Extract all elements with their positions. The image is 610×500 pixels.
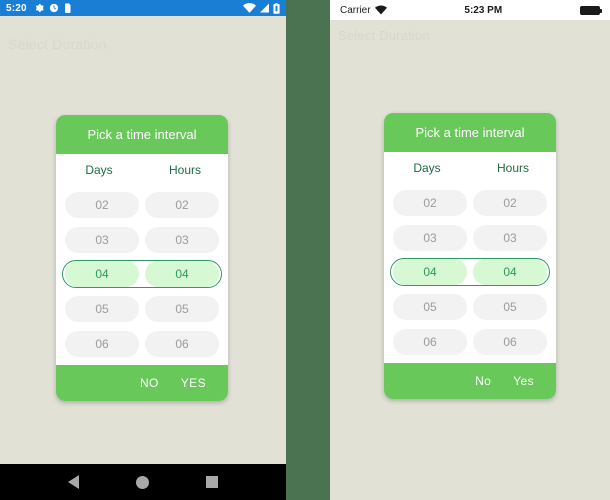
picker-cell-hours[interactable]: 06 — [145, 331, 219, 358]
picker-row[interactable]: 06 06 — [390, 328, 550, 356]
signal-icon — [260, 3, 269, 13]
picker-row[interactable]: 03 03 — [390, 224, 550, 252]
android-yes-button[interactable]: YES — [181, 376, 206, 390]
android-status-left-icons — [34, 3, 72, 13]
picker-cell-days-selected[interactable]: 04 — [65, 261, 139, 288]
back-icon[interactable] — [68, 475, 80, 489]
dual-platform-screenshot: 5:20 Select Duration Pick a time interva… — [0, 0, 610, 500]
picker-cell-hours[interactable]: 05 — [473, 294, 547, 321]
home-icon[interactable] — [135, 475, 149, 489]
picker-cell-days[interactable]: 02 — [393, 189, 467, 216]
battery-icon — [580, 5, 603, 15]
battery-icon — [273, 2, 280, 14]
wifi-icon — [243, 3, 256, 13]
ios-carrier-label: Carrier — [340, 4, 371, 16]
android-phone-screen: 5:20 Select Duration Pick a time interva… — [0, 0, 286, 500]
android-time-interval-dialog: Pick a time interval Days Hours 02 02 03… — [56, 115, 228, 401]
picker-cell-days-selected[interactable]: 04 — [393, 259, 467, 286]
picker-cell-hours[interactable]: 06 — [473, 329, 547, 356]
ios-yes-button[interactable]: Yes — [513, 374, 534, 388]
android-status-bar: 5:20 — [0, 0, 286, 16]
ios-status-bar: Carrier 5:23 PM — [330, 0, 610, 20]
ios-phone-screen: Carrier 5:23 PM Select Duration Pick a t… — [330, 0, 610, 500]
picker-row[interactable]: 02 02 — [390, 189, 550, 217]
ios-dialog-title: Pick a time interval — [384, 113, 556, 152]
ios-page-title: Select Duration — [338, 28, 430, 43]
android-content-area: Select Duration Pick a time interval Day… — [0, 16, 286, 464]
recents-icon[interactable] — [205, 476, 218, 488]
alarm-icon — [49, 3, 58, 13]
picker-row-selected[interactable]: 04 04 — [390, 258, 550, 287]
picker-cell-hours[interactable]: 05 — [145, 296, 219, 323]
android-status-time: 5:20 — [6, 2, 27, 14]
picker-row[interactable]: 02 02 — [62, 191, 222, 219]
picker-row[interactable]: 05 05 — [62, 295, 222, 323]
android-column-headers: Days Hours — [56, 154, 228, 184]
picker-row[interactable]: 06 06 — [62, 330, 222, 358]
panel-divider — [286, 0, 330, 500]
picker-cell-hours-selected[interactable]: 04 — [145, 261, 219, 288]
picker-cell-hours[interactable]: 03 — [145, 226, 219, 253]
android-column-header-hours: Hours — [168, 163, 201, 177]
ios-picker-rows: 02 02 03 03 04 04 05 05 06 06 — [390, 182, 550, 363]
sim-card-icon — [64, 3, 71, 13]
picker-cell-hours[interactable]: 03 — [473, 224, 547, 251]
android-picker-rows: 02 02 03 03 04 04 05 05 06 06 — [62, 184, 222, 365]
android-status-right-icons — [243, 2, 280, 14]
picker-cell-hours-selected[interactable]: 04 — [473, 259, 547, 286]
ios-picker-area[interactable]: 02 02 03 03 04 04 05 05 06 06 — [384, 182, 556, 363]
picker-row[interactable]: 05 05 — [390, 293, 550, 321]
ios-column-header-days: Days — [413, 161, 441, 175]
picker-cell-days[interactable]: 05 — [393, 294, 467, 321]
android-column-header-days: Days — [85, 163, 113, 177]
ios-dialog-actions: No Yes — [384, 363, 556, 399]
picker-row-selected[interactable]: 04 04 — [62, 260, 222, 289]
picker-cell-days[interactable]: 03 — [65, 226, 139, 253]
android-dialog-title: Pick a time interval — [56, 115, 228, 154]
ios-time-interval-dialog: Pick a time interval Days Hours 02 02 03… — [384, 113, 556, 399]
android-navigation-bar — [0, 464, 286, 500]
picker-cell-hours[interactable]: 02 — [145, 191, 219, 218]
picker-cell-hours[interactable]: 02 — [473, 189, 547, 216]
android-page-title: Select Duration — [8, 36, 107, 52]
ios-column-header-hours: Hours — [496, 161, 529, 175]
picker-cell-days[interactable]: 06 — [65, 331, 139, 358]
ios-column-headers: Days Hours — [384, 152, 556, 182]
ios-no-button[interactable]: No — [475, 374, 491, 388]
picker-cell-days[interactable]: 05 — [65, 296, 139, 323]
gear-icon — [35, 3, 44, 12]
android-dialog-actions: NO YES — [56, 365, 228, 401]
android-no-button[interactable]: NO — [140, 376, 159, 390]
picker-row[interactable]: 03 03 — [62, 226, 222, 254]
android-picker-area[interactable]: 02 02 03 03 04 04 05 05 06 06 — [56, 184, 228, 365]
ios-status-time: 5:23 PM — [464, 4, 503, 16]
picker-cell-days[interactable]: 03 — [393, 224, 467, 251]
picker-cell-days[interactable]: 02 — [65, 191, 139, 218]
wifi-icon — [374, 5, 387, 15]
picker-cell-days[interactable]: 06 — [393, 329, 467, 356]
